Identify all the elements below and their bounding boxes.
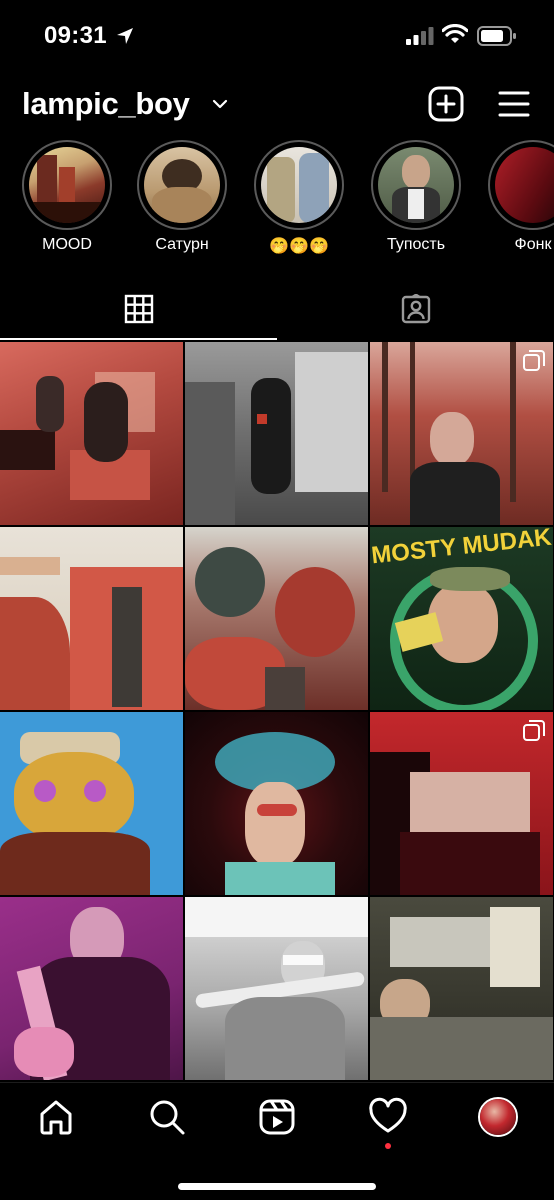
highlight-tupost[interactable]: Тупость <box>366 138 466 262</box>
profile-header: lampic_boy <box>0 74 554 134</box>
highlight-emoji[interactable]: 🤭🤭🤭 <box>249 138 349 262</box>
status-bar: 09:31 <box>0 0 554 74</box>
highlight-cover <box>144 147 220 223</box>
posts-grid: MOSTY MUDAK <box>0 342 554 1082</box>
tab-posts-grid[interactable] <box>0 282 277 340</box>
profile-tabs <box>0 282 554 340</box>
username-switcher[interactable]: lampic_boy <box>22 86 190 122</box>
post-thumbnail[interactable]: MOSTY MUDAK <box>370 527 553 710</box>
home-icon <box>40 1100 72 1135</box>
add-post-icon[interactable] <box>428 86 464 122</box>
menu-icon[interactable] <box>497 88 531 120</box>
heart-icon <box>369 1097 407 1133</box>
active-tab-indicator <box>0 338 277 340</box>
post-thumbnail[interactable] <box>0 712 183 895</box>
post-thumbnail[interactable] <box>370 712 553 895</box>
highlight-ring <box>137 140 227 230</box>
notification-dot <box>385 1143 391 1149</box>
highlight-ring <box>254 140 344 230</box>
highlight-ring <box>22 140 112 230</box>
highlight-cover <box>378 147 454 223</box>
highlight-saturn[interactable]: Сатурн <box>132 138 232 262</box>
search-icon <box>150 1100 185 1135</box>
post-thumbnail[interactable] <box>0 342 183 525</box>
highlight-cover <box>29 147 105 223</box>
grid-icon <box>124 294 154 324</box>
battery-icon <box>477 26 516 46</box>
nav-home-button[interactable] <box>36 1097 76 1137</box>
post-thumbnail[interactable] <box>0 527 183 710</box>
post-thumbnail[interactable] <box>185 897 368 1080</box>
nav-search-button[interactable] <box>147 1097 187 1137</box>
tab-tagged[interactable] <box>277 282 554 340</box>
multiple-photos-icon <box>523 720 545 741</box>
highlight-cover <box>261 147 337 223</box>
highlight-ring <box>371 140 461 230</box>
post-thumbnail[interactable] <box>185 527 368 710</box>
post-thumbnail[interactable] <box>185 712 368 895</box>
highlight-cover <box>495 147 554 223</box>
story-highlights: MOOD Сатурн 🤭🤭🤭 Тупость Фонк <box>0 138 554 262</box>
post-thumbnail[interactable] <box>185 342 368 525</box>
location-arrow-icon <box>117 28 133 44</box>
highlight-fonk[interactable]: Фонк <box>483 138 554 262</box>
highlight-ring <box>488 140 554 230</box>
wifi-icon <box>442 24 468 43</box>
reels-icon <box>259 1099 295 1135</box>
chevron-down-icon[interactable] <box>211 97 229 111</box>
highlight-mood[interactable]: MOOD <box>17 138 117 262</box>
signal-icon <box>406 27 434 45</box>
nav-activity-button[interactable] <box>368 1097 408 1137</box>
home-indicator <box>178 1183 376 1190</box>
nav-reels-button[interactable] <box>257 1097 297 1137</box>
tagged-person-icon <box>401 294 431 324</box>
post-overlay-text: MOSTY MUDAK <box>370 527 553 570</box>
post-thumbnail[interactable] <box>370 342 553 525</box>
post-thumbnail[interactable] <box>370 897 553 1080</box>
multiple-photos-icon <box>523 350 545 371</box>
profile-avatar[interactable] <box>478 1097 518 1137</box>
post-thumbnail[interactable] <box>0 897 183 1080</box>
status-time: 09:31 <box>44 22 107 49</box>
highlight-label: Фонк <box>514 236 552 253</box>
